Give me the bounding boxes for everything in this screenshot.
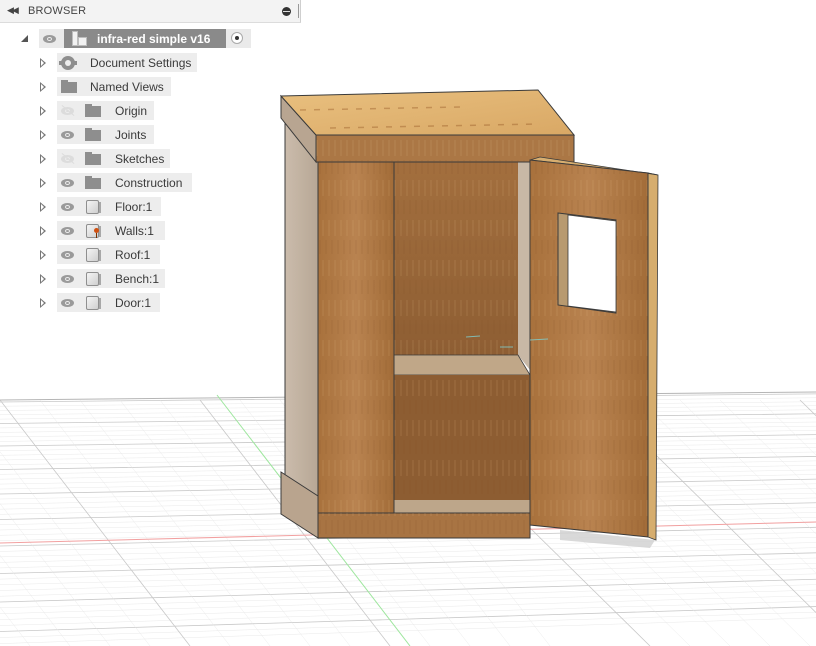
tree-item-origin[interactable]: Origin xyxy=(0,101,260,121)
tree-item-joints[interactable]: Joints xyxy=(0,125,260,145)
grid-line xyxy=(39,399,231,646)
booth-model[interactable] xyxy=(279,89,659,548)
browser-panel: ◀◀ BROWSER infra-red simple v16 Document… xyxy=(0,0,302,320)
tree-item-floor-1[interactable]: Floor:1 xyxy=(0,197,260,217)
expand-triangle-icon[interactable] xyxy=(40,58,46,68)
double-chevron-left-icon[interactable]: ◀◀ xyxy=(7,5,19,16)
tree-item-label: Named Views xyxy=(90,80,164,94)
expand-triangle-icon[interactable] xyxy=(40,274,46,284)
expand-triangle-icon[interactable] xyxy=(40,82,46,92)
grid-line xyxy=(79,399,271,646)
eye-icon[interactable] xyxy=(61,131,74,139)
expand-triangle-icon[interactable] xyxy=(40,298,46,308)
eye-icon[interactable] xyxy=(61,203,74,211)
eye-icon[interactable] xyxy=(61,251,74,259)
component-icon xyxy=(72,31,88,46)
body-icon xyxy=(86,200,101,214)
tree-item-bench-1[interactable]: Bench:1 xyxy=(0,269,260,289)
tree-item-label: Joints xyxy=(115,128,147,142)
browser-header: ◀◀ BROWSER xyxy=(0,0,301,23)
body-icon xyxy=(86,248,101,262)
eye-icon[interactable] xyxy=(61,299,74,307)
tree-item-sketches[interactable]: Sketches xyxy=(0,149,260,169)
tree-item-construction[interactable]: Construction xyxy=(0,173,260,193)
bench-top[interactable] xyxy=(393,354,531,376)
door-edge xyxy=(647,172,659,541)
floor-inner xyxy=(394,500,530,513)
folder-icon xyxy=(85,128,101,141)
folder-icon xyxy=(85,104,101,117)
grid-line xyxy=(0,600,816,626)
eye-icon[interactable] xyxy=(61,227,74,235)
collapse-triangle-icon[interactable] xyxy=(21,35,28,42)
tree-item-walls-1[interactable]: Walls:1 xyxy=(0,221,260,241)
grid-line xyxy=(0,563,816,585)
expand-triangle-icon[interactable] xyxy=(40,250,46,260)
grid-line xyxy=(0,399,191,646)
grid-line xyxy=(0,552,816,574)
expand-triangle-icon[interactable] xyxy=(40,106,46,116)
folder-icon xyxy=(61,80,77,93)
browser-title: BROWSER xyxy=(28,5,87,17)
eye-icon[interactable] xyxy=(43,35,56,43)
root-label: infra-red simple v16 xyxy=(97,32,211,46)
eye-icon[interactable] xyxy=(61,275,74,283)
body-icon xyxy=(86,296,101,310)
expand-triangle-icon[interactable] xyxy=(40,154,46,164)
grid-line xyxy=(0,568,816,591)
expand-triangle-icon[interactable] xyxy=(40,202,46,212)
folder-icon xyxy=(85,152,101,165)
grid-line xyxy=(799,399,816,417)
grid-line xyxy=(0,557,816,580)
grid-line xyxy=(0,578,816,603)
door[interactable] xyxy=(529,156,659,541)
tree-item-label: Origin xyxy=(115,104,148,118)
tree-item-named-views[interactable]: Named Views xyxy=(0,77,260,97)
tree-item-label: Floor:1 xyxy=(115,200,153,214)
roof-top[interactable] xyxy=(279,89,576,136)
expand-triangle-icon[interactable] xyxy=(40,178,46,188)
tree-item-label: Construction xyxy=(115,176,183,190)
body-icon xyxy=(86,272,101,286)
eye-icon[interactable] xyxy=(61,179,74,187)
door-window xyxy=(567,214,617,313)
interior-right-wall xyxy=(518,160,530,370)
tree-item-label: Document Settings xyxy=(90,56,192,70)
grid-line xyxy=(0,573,816,597)
tree-item-document-settings[interactable]: Document Settings xyxy=(0,53,260,73)
tree-item-label: Walls:1 xyxy=(115,224,154,238)
grid-line xyxy=(0,547,816,569)
expand-triangle-icon[interactable] xyxy=(40,130,46,140)
tree-item-roof-1[interactable]: Roof:1 xyxy=(0,245,260,265)
root-label-highlight: infra-red simple v16 xyxy=(64,29,226,48)
panel-resize-handle[interactable] xyxy=(298,4,299,18)
activate-radio[interactable] xyxy=(231,32,243,44)
pin-panel-icon[interactable] xyxy=(282,7,291,16)
grid-line xyxy=(0,584,816,609)
grid-line xyxy=(0,617,816,644)
gear-icon xyxy=(59,56,77,70)
tree-item-label: Door:1 xyxy=(115,296,152,310)
grid-line xyxy=(0,542,816,563)
tree-item-label: Roof:1 xyxy=(115,248,151,262)
tree-item-door-1[interactable]: Door:1 xyxy=(0,293,260,313)
tree-root[interactable]: infra-red simple v16 xyxy=(0,29,260,49)
tree-item-label: Bench:1 xyxy=(115,272,160,286)
tree-item-label: Sketches xyxy=(115,152,165,166)
ground-pin-icon xyxy=(94,228,99,238)
folder-icon xyxy=(85,176,101,189)
expand-triangle-icon[interactable] xyxy=(40,226,46,236)
grid-line xyxy=(119,399,311,646)
